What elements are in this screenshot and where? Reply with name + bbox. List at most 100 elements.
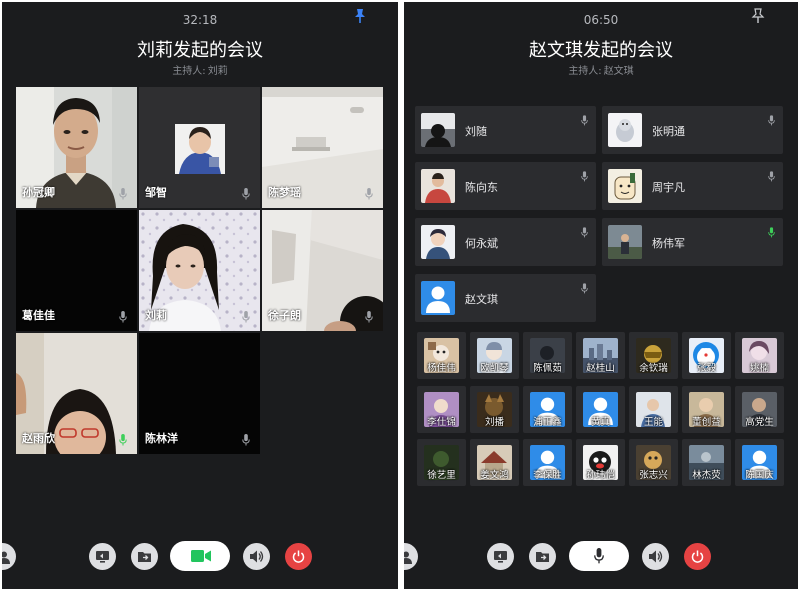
- attendee-tile[interactable]: 徐艺里: [417, 439, 466, 486]
- participant-card-he-yongbin[interactable]: 何永斌: [415, 218, 596, 266]
- attendee-name: 高党生: [745, 417, 774, 428]
- camera-toggle-button[interactable]: [170, 541, 230, 571]
- camera-icon: [191, 550, 211, 562]
- video-tile-chen-linyang[interactable]: 陈林洋: [139, 333, 260, 454]
- meeting-timer: 32:18: [182, 13, 218, 27]
- speaker-icon: [649, 550, 663, 563]
- meeting-toolbar: [404, 539, 798, 573]
- attendee-tile[interactable]: 黄真: [576, 386, 625, 433]
- mic-icon-active: [768, 227, 775, 238]
- video-tile-zou-zhi[interactable]: 邹智: [139, 87, 260, 208]
- mic-icon: [768, 171, 775, 182]
- attendee-tile[interactable]: 欧凯琴: [470, 332, 519, 379]
- video-tile-chen-mengyao[interactable]: 陈梦瑶: [262, 87, 383, 208]
- video-tile-sun-guanqing[interactable]: 孙冠卿: [16, 87, 137, 208]
- attendee-name: 浦正鑫: [533, 417, 562, 428]
- attendee-tile[interactable]: 王能: [629, 386, 678, 433]
- attendee-tile[interactable]: 张志兴: [629, 439, 678, 486]
- participant-card-chen-xiangdong[interactable]: 陈向东: [415, 162, 596, 210]
- participant-name: 徐子朗: [268, 309, 301, 322]
- pin-icon[interactable]: [751, 8, 765, 24]
- mic-icon: [119, 311, 127, 323]
- leave-meeting-button[interactable]: [684, 543, 711, 570]
- power-icon: [292, 550, 305, 563]
- avatar: [608, 113, 642, 147]
- share-screen-button[interactable]: [487, 543, 514, 570]
- participant-name: 陈林洋: [145, 432, 178, 445]
- mic-icon-active: [119, 434, 127, 446]
- share-file-button[interactable]: [131, 543, 158, 570]
- mic-icon: [365, 188, 373, 200]
- mic-icon: [581, 283, 588, 294]
- meeting-title: 刘莉发起的会议: [137, 40, 263, 61]
- speaker-icon: [250, 550, 264, 563]
- video-tile-liu-li[interactable]: 刘莉: [139, 210, 260, 331]
- participant-name: 刘随: [465, 125, 487, 138]
- attendee-tile[interactable]: 姜文鸿: [470, 439, 519, 486]
- participant-name: 赵雨欣: [22, 432, 55, 445]
- share-screen-button[interactable]: [89, 543, 116, 570]
- attendee-name: 黄真: [590, 417, 610, 428]
- attendee-tile[interactable]: 董创益: [682, 386, 731, 433]
- meeting-timer: 06:50: [583, 13, 619, 27]
- person-icon: [421, 281, 455, 315]
- participant-card-yang-weijun[interactable]: 杨伟军: [602, 218, 783, 266]
- mic-icon: [242, 311, 250, 323]
- avatar: [421, 281, 455, 315]
- participant-name: 邹智: [145, 186, 167, 199]
- attendee-name: 余钦瑞: [639, 363, 668, 374]
- pin-icon[interactable]: [353, 8, 367, 24]
- file-share-icon: [138, 552, 151, 562]
- attendee-name: 陈佩茹: [533, 363, 562, 374]
- screen-share-icon: [494, 551, 507, 563]
- person-icon: [2, 551, 10, 564]
- participant-card-liu-sui[interactable]: 刘随: [415, 106, 596, 154]
- attendee-tile[interactable]: 陈佩茹: [523, 332, 572, 379]
- attendee-tile[interactable]: 李保胜: [523, 439, 572, 486]
- speaker-button[interactable]: [243, 543, 270, 570]
- video-tile-xu-zilang[interactable]: 徐子朗: [262, 210, 383, 331]
- participants-button[interactable]: [2, 543, 16, 570]
- video-tile-zhao-yuxin[interactable]: 赵雨欣: [16, 333, 137, 454]
- attendee-tile[interactable]: 高党生: [735, 386, 784, 433]
- participant-name: 周宇凡: [652, 181, 685, 194]
- attendee-tile[interactable]: 刘播: [470, 386, 519, 433]
- attendee-tile[interactable]: 李仕锦: [417, 386, 466, 433]
- participants-button[interactable]: [404, 543, 418, 570]
- participant-card-zhang-mingtong[interactable]: 张明通: [602, 106, 783, 154]
- participant-name: 张明通: [652, 125, 685, 138]
- participant-card-zhao-wenqi[interactable]: 赵文琪: [415, 274, 596, 322]
- participant-name: 孙冠卿: [22, 186, 55, 199]
- mic-icon: [581, 171, 588, 182]
- avatar: [421, 169, 455, 203]
- mic-icon: [119, 188, 127, 200]
- attendee-name: 董创益: [692, 417, 721, 428]
- host-name: 赵文琪: [603, 66, 634, 77]
- attendee-tile[interactable]: 林杰荧: [682, 439, 731, 486]
- mic-icon: [581, 227, 588, 238]
- person-icon: [404, 551, 412, 564]
- mic-toggle-button[interactable]: [569, 541, 629, 571]
- attendee-name: 张志兴: [639, 470, 668, 481]
- attendee-tile[interactable]: 杨佳伟: [417, 332, 466, 379]
- meeting-toolbar: [2, 539, 398, 573]
- attendee-tile[interactable]: 张毅: [682, 332, 731, 379]
- attendee-name: 李保胜: [533, 470, 562, 481]
- video-tile-ge-jiajia[interactable]: 葛佳佳: [16, 210, 137, 331]
- mic-icon: [242, 434, 250, 446]
- leave-meeting-button[interactable]: [285, 543, 312, 570]
- participant-card-zhou-yufan[interactable]: 周宇凡: [602, 162, 783, 210]
- avatar: [421, 113, 455, 147]
- attendee-tile[interactable]: 赵桂山: [576, 332, 625, 379]
- mic-icon: [594, 548, 604, 564]
- attendee-tile[interactable]: 陈国庆: [735, 439, 784, 486]
- attendee-name: 王能: [643, 417, 663, 428]
- share-file-button[interactable]: [529, 543, 556, 570]
- attendee-tile[interactable]: 余钦瑞: [629, 332, 678, 379]
- attendee-tile[interactable]: 姚楠: [735, 332, 784, 379]
- attendee-tile[interactable]: 浦正鑫: [523, 386, 572, 433]
- host-label: 主持人:: [172, 66, 206, 77]
- screen-share-icon: [96, 551, 109, 563]
- attendee-tile[interactable]: 孙玮恺: [576, 439, 625, 486]
- speaker-button[interactable]: [642, 543, 669, 570]
